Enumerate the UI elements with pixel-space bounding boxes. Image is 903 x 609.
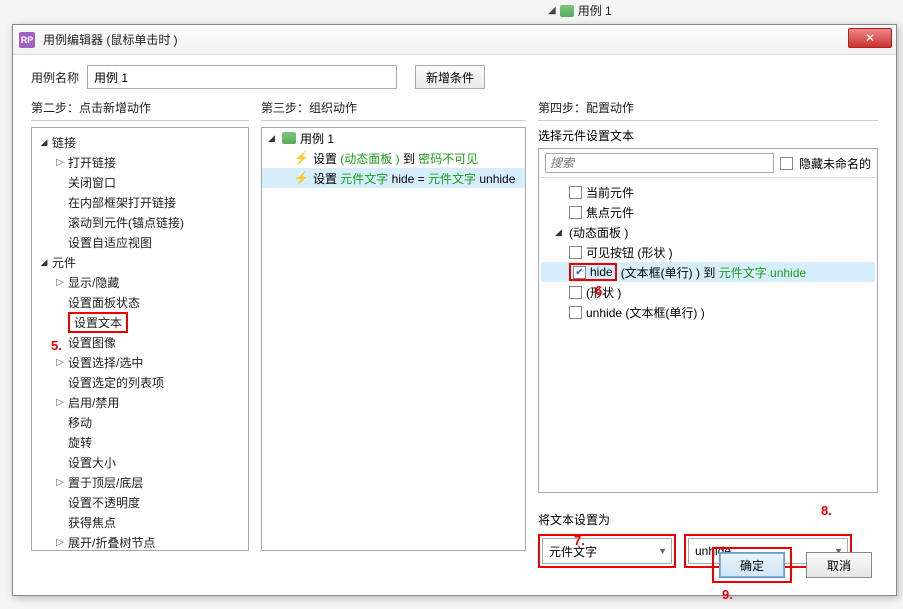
tree-item[interactable]: 设置面板状态 [34, 292, 246, 312]
case-actions-box: ◢ 用例 1 ⚡ 设置 (动态面板 ) 到 密码不可见 ⚡ 设置 元件文字 hi… [261, 127, 526, 551]
checkbox[interactable] [569, 246, 582, 259]
search-row: 隐藏未命名的 [539, 149, 877, 178]
expand-down-icon: ◢ [268, 133, 278, 144]
widget-item-shape[interactable]: (形状 ) [541, 282, 875, 302]
checkbox[interactable] [569, 186, 582, 199]
checkbox[interactable] [569, 306, 582, 319]
case-name-label: 用例名称 [31, 69, 79, 86]
annotation-5: 5. [51, 338, 62, 353]
background-usecase-item: ◢ 用例 1 [548, 2, 612, 19]
top-row: 用例名称 新增条件 [13, 55, 896, 99]
step4-heading: 第四步：配置动作 [538, 99, 878, 121]
annotation-6: 6. [595, 283, 606, 298]
expand-right-icon [54, 357, 66, 368]
tree-item[interactable]: 设置不透明度 [34, 492, 246, 512]
case-row[interactable]: ◢ 用例 1 [262, 128, 525, 148]
widget-item-focus[interactable]: 焦点元件 [541, 202, 875, 222]
bolt-icon: ⚡ [294, 171, 309, 185]
tree-item[interactable]: 展开/折叠树节点 [34, 532, 246, 551]
tree-item[interactable]: 移动 [34, 412, 246, 432]
chevron-down-icon: ▼ [658, 546, 667, 556]
tree-item[interactable]: 获得焦点 [34, 512, 246, 532]
widget-item-hide[interactable]: ✔ hide (文本框(单行) ) 到 元件文字 unhide [541, 262, 875, 282]
select-widget-label: 选择元件设置文本 [538, 127, 878, 144]
annotation-8: 8. [821, 503, 832, 518]
expand-right-icon [54, 477, 66, 488]
tree-item[interactable]: 显示/隐藏 [34, 272, 246, 292]
usecase-icon [560, 5, 574, 17]
highlight-box: 确定 [712, 547, 792, 583]
annotation-7: 7. [574, 533, 585, 548]
cancel-button[interactable]: 取消 [806, 552, 872, 578]
close-button[interactable]: ✕ [848, 28, 892, 48]
step2-column: 第二步：点击新增动作 链接 打开链接 关闭窗口 在内部框架打开链接 滚动到元件(… [31, 99, 249, 539]
dialog-title: 用例编辑器 (鼠标单击时 ) [43, 31, 178, 48]
usecase-icon [282, 132, 296, 144]
action-row-selected[interactable]: ⚡ 设置 元件文字 hide = 元件文字 unhide [262, 168, 525, 188]
widget-tree[interactable]: 当前元件 焦点元件 ◢(动态面板 ) 可见按钮 (形状 ) ✔ hide (文本… [539, 178, 877, 492]
checkbox[interactable] [569, 286, 582, 299]
dialog-buttons: 确定 取消 [712, 547, 872, 583]
step3-heading: 第三步：组织动作 [261, 99, 526, 121]
widget-item-current[interactable]: 当前元件 [541, 182, 875, 202]
bolt-icon: ⚡ [294, 151, 309, 165]
add-condition-button[interactable]: 新增条件 [415, 65, 485, 89]
dialog-titlebar[interactable]: RP 用例编辑器 (鼠标单击时 ) ✕ [13, 25, 896, 55]
action-text: 设置 元件文字 hide = 元件文字 unhide [313, 170, 515, 187]
widget-item-unhide[interactable]: unhide (文本框(单行) ) [541, 302, 875, 322]
step3-column: 第三步：组织动作 ◢ 用例 1 ⚡ 设置 (动态面板 ) 到 密码不可见 ⚡ 设… [261, 99, 526, 539]
tree-item[interactable]: 设置大小 [34, 452, 246, 472]
tree-category-link[interactable]: 链接 [34, 132, 246, 152]
action-text: 设置 (动态面板 ) 到 密码不可见 [313, 150, 478, 167]
case-label: 用例 1 [300, 130, 334, 147]
tree-item[interactable]: 设置自适应视图 [34, 232, 246, 252]
hide-unnamed-label: 隐藏未命名的 [799, 155, 871, 172]
tree-item[interactable]: 设置图像 [34, 332, 246, 352]
highlight-box: ✔ hide [569, 263, 617, 281]
step4-column: 第四步：配置动作 选择元件设置文本 隐藏未命名的 当前元件 焦点元件 ◢(动态面… [538, 99, 878, 539]
tree-expand-icon: ◢ [548, 5, 556, 16]
tree-item[interactable]: 设置选定的列表项 [34, 372, 246, 392]
tree-item-set-text[interactable]: 设置文本 [34, 312, 246, 332]
action-row[interactable]: ⚡ 设置 (动态面板 ) 到 密码不可见 [262, 148, 525, 168]
checkbox-checked[interactable]: ✔ [573, 266, 586, 279]
annotation-9: 9. [722, 587, 733, 602]
highlight-box: 元件文字 ▼ [538, 534, 676, 568]
tree-item[interactable]: 滚动到元件(锚点链接) [34, 212, 246, 232]
tree-item[interactable]: 关闭窗口 [34, 172, 246, 192]
checkbox[interactable] [569, 206, 582, 219]
expand-right-icon [54, 277, 66, 288]
expand-right-icon [54, 397, 66, 408]
expand-right-icon [54, 537, 66, 548]
case-name-input[interactable] [87, 65, 397, 89]
expand-down-icon [38, 257, 50, 268]
search-input[interactable] [545, 153, 774, 173]
step2-heading: 第二步：点击新增动作 [31, 99, 249, 121]
tree-item[interactable]: 设置选择/选中 [34, 352, 246, 372]
tree-item[interactable]: 在内部框架打开链接 [34, 192, 246, 212]
expand-down-icon: ◢ [555, 227, 565, 238]
tree-item[interactable]: 置于顶层/底层 [34, 472, 246, 492]
tree-item[interactable]: 打开链接 [34, 152, 246, 172]
close-icon: ✕ [865, 31, 875, 45]
bg-usecase-label: 用例 1 [578, 2, 612, 19]
widget-item-visible-btn[interactable]: 可见按钮 (形状 ) [541, 242, 875, 262]
widget-item-panel[interactable]: ◢(动态面板 ) [541, 222, 875, 242]
app-icon: RP [19, 32, 35, 48]
expand-down-icon [38, 137, 50, 148]
combo-value: 元件文字 [549, 543, 597, 560]
widget-selector: 隐藏未命名的 当前元件 焦点元件 ◢(动态面板 ) 可见按钮 (形状 ) ✔ h… [538, 148, 878, 493]
tree-item[interactable]: 旋转 [34, 432, 246, 452]
actions-tree[interactable]: 链接 打开链接 关闭窗口 在内部框架打开链接 滚动到元件(锚点链接) 设置自适应… [31, 127, 249, 551]
hide-unnamed-checkbox[interactable] [780, 157, 793, 170]
ok-button[interactable]: 确定 [719, 552, 785, 578]
tree-item[interactable]: 启用/禁用 [34, 392, 246, 412]
expand-right-icon [54, 157, 66, 168]
case-editor-dialog: RP 用例编辑器 (鼠标单击时 ) ✕ 用例名称 新增条件 第二步：点击新增动作… [12, 24, 897, 596]
tree-category-widget[interactable]: 元件 [34, 252, 246, 272]
text-type-dropdown[interactable]: 元件文字 ▼ [542, 538, 672, 564]
